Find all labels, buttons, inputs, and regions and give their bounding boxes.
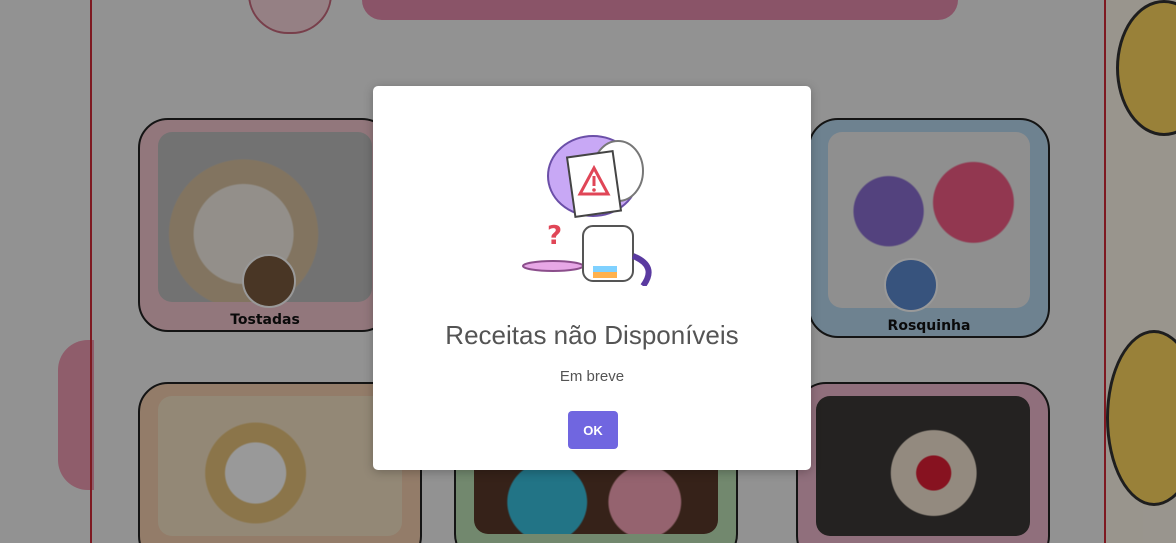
warning-chef-icon: ? xyxy=(522,135,652,288)
dialog-title: Receitas não Disponíveis xyxy=(445,320,739,350)
alert-dialog: ? Receitas não Disponíveis Em breve OK xyxy=(373,86,811,470)
ok-button[interactable]: OK xyxy=(568,411,618,449)
dialog-message: Em breve xyxy=(559,368,625,385)
warning-chef-illustration: ? xyxy=(513,116,673,288)
svg-text:?: ? xyxy=(547,221,562,251)
